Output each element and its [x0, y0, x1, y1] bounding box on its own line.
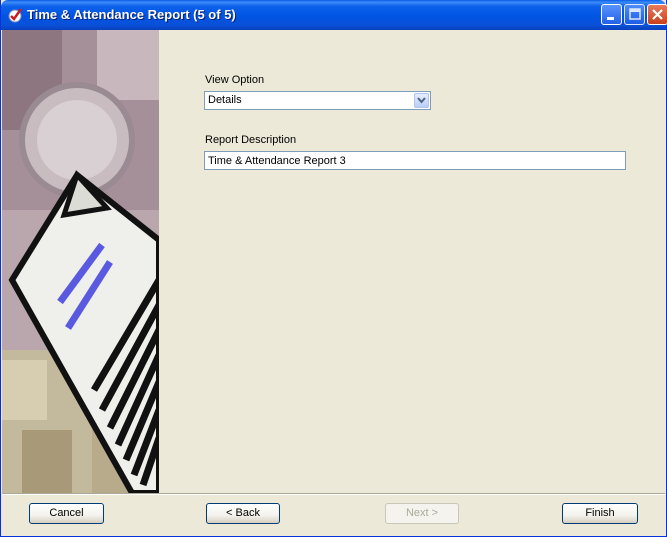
cancel-button[interactable]: Cancel [29, 503, 104, 524]
back-button[interactable]: < Back [206, 503, 280, 524]
wizard-side-illustration [2, 30, 159, 493]
button-separator [2, 493, 665, 495]
view-option-dropdown[interactable]: Details [204, 91, 431, 110]
view-option-dropdown-button[interactable] [414, 93, 429, 108]
finish-button[interactable]: Finish [562, 503, 638, 524]
minimize-button[interactable] [601, 4, 622, 25]
wizard-window: Time & Attendance Report (5 of 5) View O… [0, 0, 667, 537]
close-button[interactable] [647, 4, 667, 25]
report-description-field[interactable] [204, 151, 626, 170]
report-illustration [2, 30, 159, 493]
title-bar[interactable]: Time & Attendance Report (5 of 5) [1, 0, 667, 30]
view-option-value: Details [208, 94, 242, 106]
report-description-label: Report Description [205, 134, 297, 146]
view-option-label: View Option [205, 74, 265, 86]
maximize-button[interactable] [624, 4, 645, 25]
window-title: Time & Attendance Report (5 of 5) [27, 7, 236, 22]
next-button[interactable]: Next > [385, 503, 459, 524]
checkmark-icon [8, 8, 23, 23]
maximize-icon [629, 8, 641, 20]
minimize-icon [607, 17, 614, 20]
close-icon [652, 9, 663, 20]
chevron-down-icon [417, 97, 426, 104]
